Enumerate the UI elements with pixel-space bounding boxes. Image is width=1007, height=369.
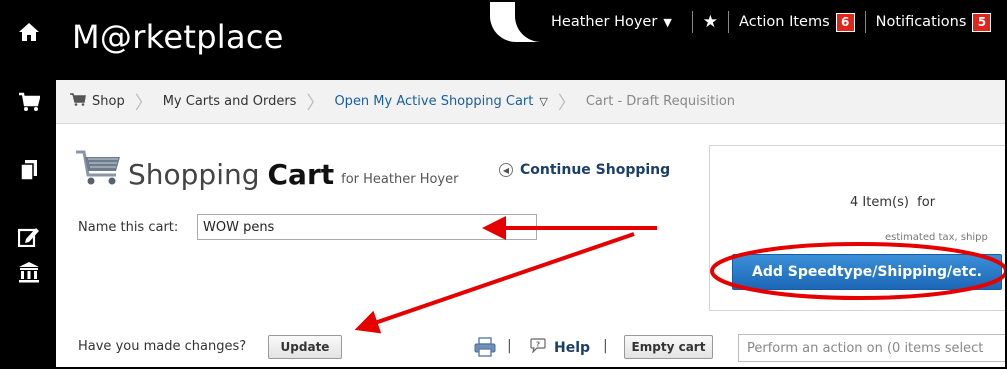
cart-title-light: Shopping <box>128 158 260 191</box>
empty-cart-button[interactable]: Empty cart <box>624 335 713 359</box>
edit-icon[interactable] <box>2 216 56 256</box>
action-items-badge: 6 <box>835 12 855 32</box>
breadcrumb-active-cart-label: Open My Active Shopping Cart <box>334 94 534 109</box>
cart-summary-panel: 4 Item(s) for estimated tax, shipp Add S… <box>709 145 1005 311</box>
user-menu[interactable]: Heather Hoyer ▼ <box>515 2 682 42</box>
notifications-link[interactable]: Notifications 5 <box>866 2 1002 42</box>
home-icon[interactable] <box>2 12 56 52</box>
breadcrumb: Shop 〉 My Carts and Orders 〉 Open My Act… <box>56 80 1005 124</box>
bulk-action-select[interactable]: Perform an action on (0 items select <box>738 334 1005 362</box>
arrow-to-update-button <box>354 232 635 334</box>
divider: | <box>507 338 512 354</box>
cart-icon[interactable] <box>2 82 56 122</box>
cart-name-value: WOW pens <box>203 219 275 235</box>
breadcrumb-shop-label: Shop <box>92 94 125 109</box>
action-items-label: Action Items <box>739 14 830 30</box>
help-link[interactable]: ? Help <box>530 338 590 357</box>
breadcrumb-my-carts[interactable]: My Carts and Orders <box>163 94 297 109</box>
bulk-action-placeholder: Perform an action on (0 items select <box>747 340 984 356</box>
breadcrumb-shop[interactable]: Shop <box>70 93 125 110</box>
notifications-badge: 5 <box>972 12 992 32</box>
shopping-cart-icon <box>74 149 122 191</box>
breadcrumb-my-carts-label: My Carts and Orders <box>162 94 297 109</box>
add-speedtype-shipping-button[interactable]: Add Speedtype/Shipping/etc. <box>732 254 1002 290</box>
user-bar-backdrop: Heather Hoyer ▼ ★ Action Items 6 Notific… <box>490 2 1005 42</box>
notifications-label: Notifications <box>875 14 967 30</box>
cart-icon <box>70 93 86 110</box>
cart-owner: for Heather Hoyer <box>341 172 459 187</box>
changes-prompt: Have you made changes? <box>78 339 247 354</box>
help-label: Help <box>554 339 591 356</box>
caret-down-icon: ▼ <box>663 15 672 29</box>
action-items-link[interactable]: Action Items 6 <box>729 2 865 42</box>
breadcrumb-current: Cart - Draft Requisition <box>586 94 735 109</box>
tax-note: estimated tax, shipp <box>885 232 988 243</box>
cart-name-label: Name this cart: <box>78 220 179 235</box>
page-title: Shopping Cart for Heather Hoyer <box>74 149 458 191</box>
breadcrumb-separator: 〉 <box>306 92 325 114</box>
item-count-text: 4 Item(s) for <box>850 195 936 210</box>
favorites-button[interactable]: ★ <box>693 2 728 42</box>
update-button[interactable]: Update <box>268 335 342 359</box>
institution-icon[interactable] <box>2 252 56 292</box>
svg-text:?: ? <box>536 341 540 349</box>
user-name: Heather Hoyer <box>551 14 658 30</box>
brand-logo[interactable]: M@rketplace <box>72 18 284 56</box>
help-bubble-icon: ? <box>530 338 546 357</box>
breadcrumb-active-cart[interactable]: Open My Active Shopping Cart ▽ <box>334 94 547 109</box>
cart-title-bold: Cart <box>267 158 335 191</box>
continue-shopping-link[interactable]: ◀ Continue Shopping <box>499 162 670 178</box>
documents-icon[interactable] <box>2 150 56 190</box>
breadcrumb-separator: 〉 <box>134 92 153 114</box>
left-nav <box>2 2 56 367</box>
breadcrumb-separator: 〉 <box>557 92 576 114</box>
print-icon[interactable] <box>474 337 496 361</box>
top-header: M@rketplace Heather Hoyer ▼ ★ Action Ite… <box>56 2 1005 80</box>
screenshot-frame: M@rketplace Heather Hoyer ▼ ★ Action Ite… <box>0 0 1007 369</box>
continue-shopping-label: Continue Shopping <box>520 162 671 178</box>
back-arrow-icon: ◀ <box>499 163 513 177</box>
cart-name-input[interactable]: WOW pens <box>197 214 537 240</box>
dropdown-caret-icon: ▽ <box>539 95 548 108</box>
user-bar: Heather Hoyer ▼ ★ Action Items 6 Notific… <box>515 2 1005 42</box>
divider: | <box>603 338 608 354</box>
breadcrumb-current-label: Cart - Draft Requisition <box>585 94 736 109</box>
star-icon: ★ <box>702 12 719 32</box>
